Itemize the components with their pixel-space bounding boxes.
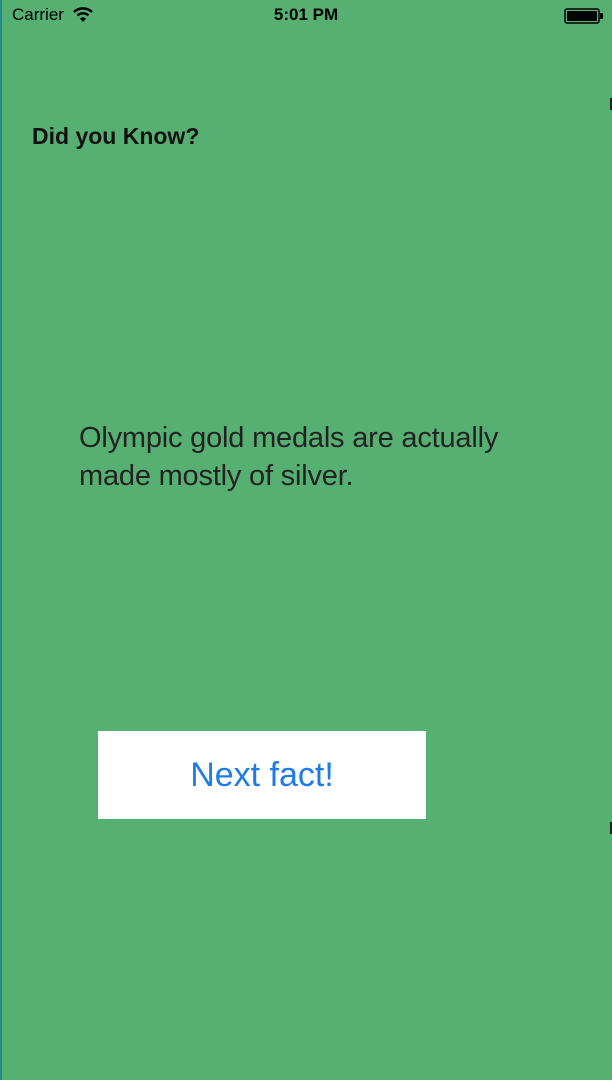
headline: Did you Know?: [32, 123, 200, 149]
screen-left-edge: [0, 0, 2, 1080]
fact-text: Olympic gold medals are actually made mo…: [79, 422, 499, 492]
status-time: 5:01 PM: [273, 5, 339, 24]
next-fact-button[interactable]: Next fact!: [98, 731, 426, 819]
battery-icon: [564, 8, 604, 24]
status-bar: Carrier 5:01 PM: [0, 0, 612, 32]
